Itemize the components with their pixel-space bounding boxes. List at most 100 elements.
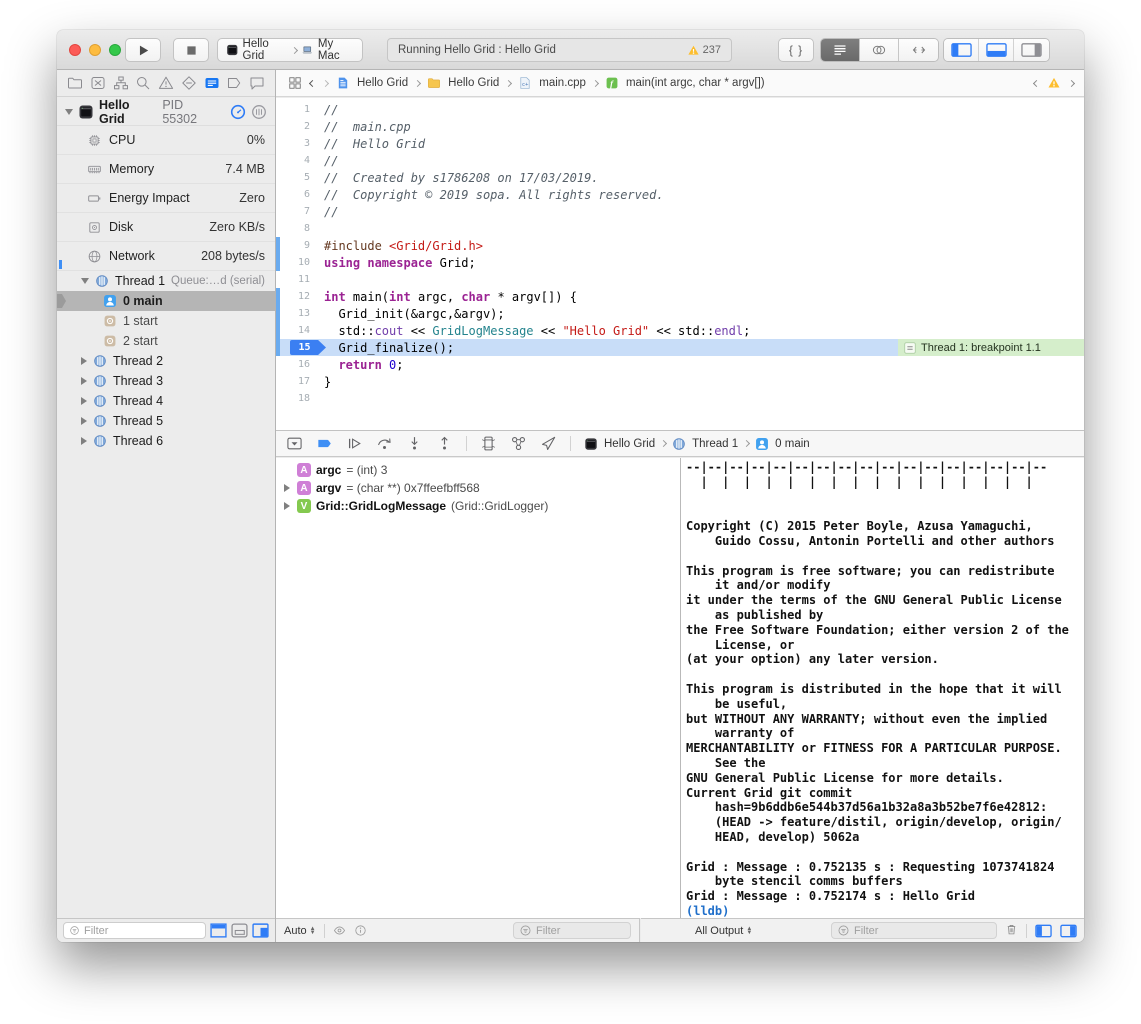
code-line[interactable]: 1// [276, 101, 1084, 118]
issue-navigator-icon[interactable] [157, 74, 175, 92]
code-line[interactable]: 8 [276, 220, 1084, 237]
step-out-button[interactable] [436, 435, 453, 452]
code-line[interactable]: 18 [276, 390, 1084, 407]
variable-row[interactable]: Aargv= (char **) 0x7ffeefbff568 [276, 479, 680, 497]
standard-editor-button[interactable] [821, 39, 860, 61]
thread-view-button-icon[interactable] [251, 104, 267, 120]
disclosure-triangle-icon[interactable] [81, 377, 87, 385]
variables-scope-selector[interactable]: Auto ▲▼ [284, 925, 316, 937]
memory-graph-button[interactable] [510, 435, 527, 452]
disk-gauge[interactable]: DiskZero KB/s [57, 213, 275, 242]
continue-button[interactable] [346, 435, 363, 452]
line-number[interactable]: 7 [276, 206, 324, 217]
stack-frame-row[interactable]: 2 start [57, 331, 275, 351]
code-line[interactable]: 16 return 0; [276, 356, 1084, 373]
stack-frame-row[interactable]: 1 start [57, 311, 275, 331]
jump-bar-item[interactable]: Hello Grid [357, 77, 408, 89]
console-scope-selector[interactable]: All Output ▲▼ [695, 925, 752, 937]
breakpoints-toggle-button[interactable] [316, 435, 333, 452]
console-filter-input[interactable]: Filter [831, 922, 997, 939]
gauge-view-button-icon[interactable] [230, 104, 246, 120]
jump-bar-item[interactable]: main.cpp [539, 77, 586, 89]
project-navigator-icon[interactable] [66, 74, 84, 92]
forward-button-icon[interactable] [322, 79, 329, 86]
code-line[interactable]: 11 [276, 271, 1084, 288]
code-line[interactable]: 7// [276, 203, 1084, 220]
clear-console-button[interactable] [1005, 923, 1018, 939]
line-number[interactable]: 12 [276, 291, 324, 302]
thread-row[interactable]: Thread 3 [57, 371, 275, 391]
debug-navigator-icon[interactable] [203, 74, 221, 92]
toggle-navigator-button[interactable] [944, 39, 979, 61]
console-view[interactable]: --|--|--|--|--|--|--|--|--|--|--|--|--|-… [680, 458, 1084, 918]
navigator-filter-input[interactable]: Filter [63, 922, 206, 939]
disclosure-triangle-icon[interactable] [81, 357, 87, 365]
disclosure-triangle-icon[interactable] [81, 397, 87, 405]
variable-row[interactable]: VGrid::GridLogMessage(Grid::GridLogger) [276, 497, 680, 515]
view-hierarchy-button[interactable] [480, 435, 497, 452]
assistant-editor-button[interactable] [860, 39, 899, 61]
thread-row[interactable]: Thread 2 [57, 351, 275, 371]
thread-row[interactable]: Thread 6 [57, 431, 275, 451]
report-navigator-icon[interactable] [248, 74, 266, 92]
toggle-inspector-button[interactable] [1014, 39, 1049, 61]
line-number[interactable]: 13 [276, 308, 324, 319]
line-number[interactable]: 4 [276, 155, 324, 166]
code-line[interactable]: 14 std::cout << GridLogMessage << "Hello… [276, 322, 1084, 339]
disclosure-triangle-icon[interactable] [81, 437, 87, 445]
step-over-button[interactable] [376, 435, 393, 452]
code-line[interactable]: 13 Grid_init(&argc,&argv); [276, 305, 1084, 322]
issue-warning-icon[interactable] [1047, 76, 1061, 90]
line-number[interactable]: 3 [276, 138, 324, 149]
memory-gauge[interactable]: Memory7.4 MB [57, 155, 275, 184]
find-navigator-icon[interactable] [134, 74, 152, 92]
code-line[interactable]: 3// Hello Grid [276, 135, 1084, 152]
energy-gauge[interactable]: Energy ImpactZero [57, 184, 275, 213]
warning-count-badge[interactable]: 237 [687, 44, 721, 57]
thread-row[interactable]: Thread 5 [57, 411, 275, 431]
disclosure-triangle-icon[interactable] [81, 278, 89, 284]
source-editor[interactable]: 1//2// main.cpp3// Hello Grid4//5// Crea… [276, 98, 1084, 430]
close-window-button[interactable] [69, 44, 81, 56]
show-stack-frames-filter-icon[interactable] [231, 923, 248, 938]
previous-issue-icon[interactable] [1033, 79, 1040, 86]
hide-debug-area-button[interactable] [286, 435, 303, 452]
scheme-selector[interactable]: Hello Grid My Mac [217, 38, 363, 62]
code-line[interactable]: 15 Grid_finalize();Thread 1: breakpoint … [276, 339, 1084, 356]
stack-frame-row[interactable]: 0 main [57, 291, 275, 311]
jump-bar-item[interactable]: main(int argc, char * argv[]) [626, 77, 765, 89]
thread-crumb[interactable]: Thread 1 [692, 438, 738, 450]
disclosure-triangle-icon[interactable] [65, 109, 73, 115]
line-number[interactable]: 14 [276, 325, 324, 336]
code-line[interactable]: 5// Created by s1786208 on 17/03/2019. [276, 169, 1084, 186]
variable-row[interactable]: Aargc= (int) 3 [276, 461, 680, 479]
line-number[interactable]: 10 [276, 257, 324, 268]
breakpoint-badge[interactable]: 15 [290, 340, 326, 355]
thread-row[interactable]: Thread 1Queue:…d (serial) [57, 271, 275, 291]
line-number[interactable]: 2 [276, 121, 324, 132]
stop-button[interactable] [173, 38, 209, 62]
step-into-button[interactable] [406, 435, 423, 452]
quicklook-eye-icon[interactable] [333, 924, 346, 937]
info-icon[interactable] [354, 924, 367, 937]
code-line[interactable]: 10using namespace Grid; [276, 254, 1084, 271]
library-button[interactable]: { } [778, 38, 814, 62]
run-button[interactable] [125, 38, 161, 62]
process-crumb[interactable]: Hello Grid [604, 438, 655, 450]
jump-bar-item[interactable]: Hello Grid [448, 77, 499, 89]
line-number[interactable]: 16 [276, 359, 324, 370]
code-line[interactable]: 9#include <Grid/Grid.h> [276, 237, 1084, 254]
disclosure-triangle-icon[interactable] [282, 502, 292, 510]
minimize-window-button[interactable] [89, 44, 101, 56]
next-issue-icon[interactable] [1068, 79, 1075, 86]
code-line[interactable]: 17} [276, 373, 1084, 390]
source-control-navigator-icon[interactable] [89, 74, 107, 92]
line-number[interactable]: 17 [276, 376, 324, 387]
line-number[interactable]: 9 [276, 240, 324, 251]
back-button-icon[interactable] [309, 79, 316, 86]
line-number[interactable]: 6 [276, 189, 324, 200]
disclosure-triangle-icon[interactable] [282, 484, 292, 492]
thread-row[interactable]: Thread 4 [57, 391, 275, 411]
breakpoint-navigator-icon[interactable] [225, 74, 243, 92]
code-line[interactable]: 6// Copyright © 2019 sopa. All rights re… [276, 186, 1084, 203]
